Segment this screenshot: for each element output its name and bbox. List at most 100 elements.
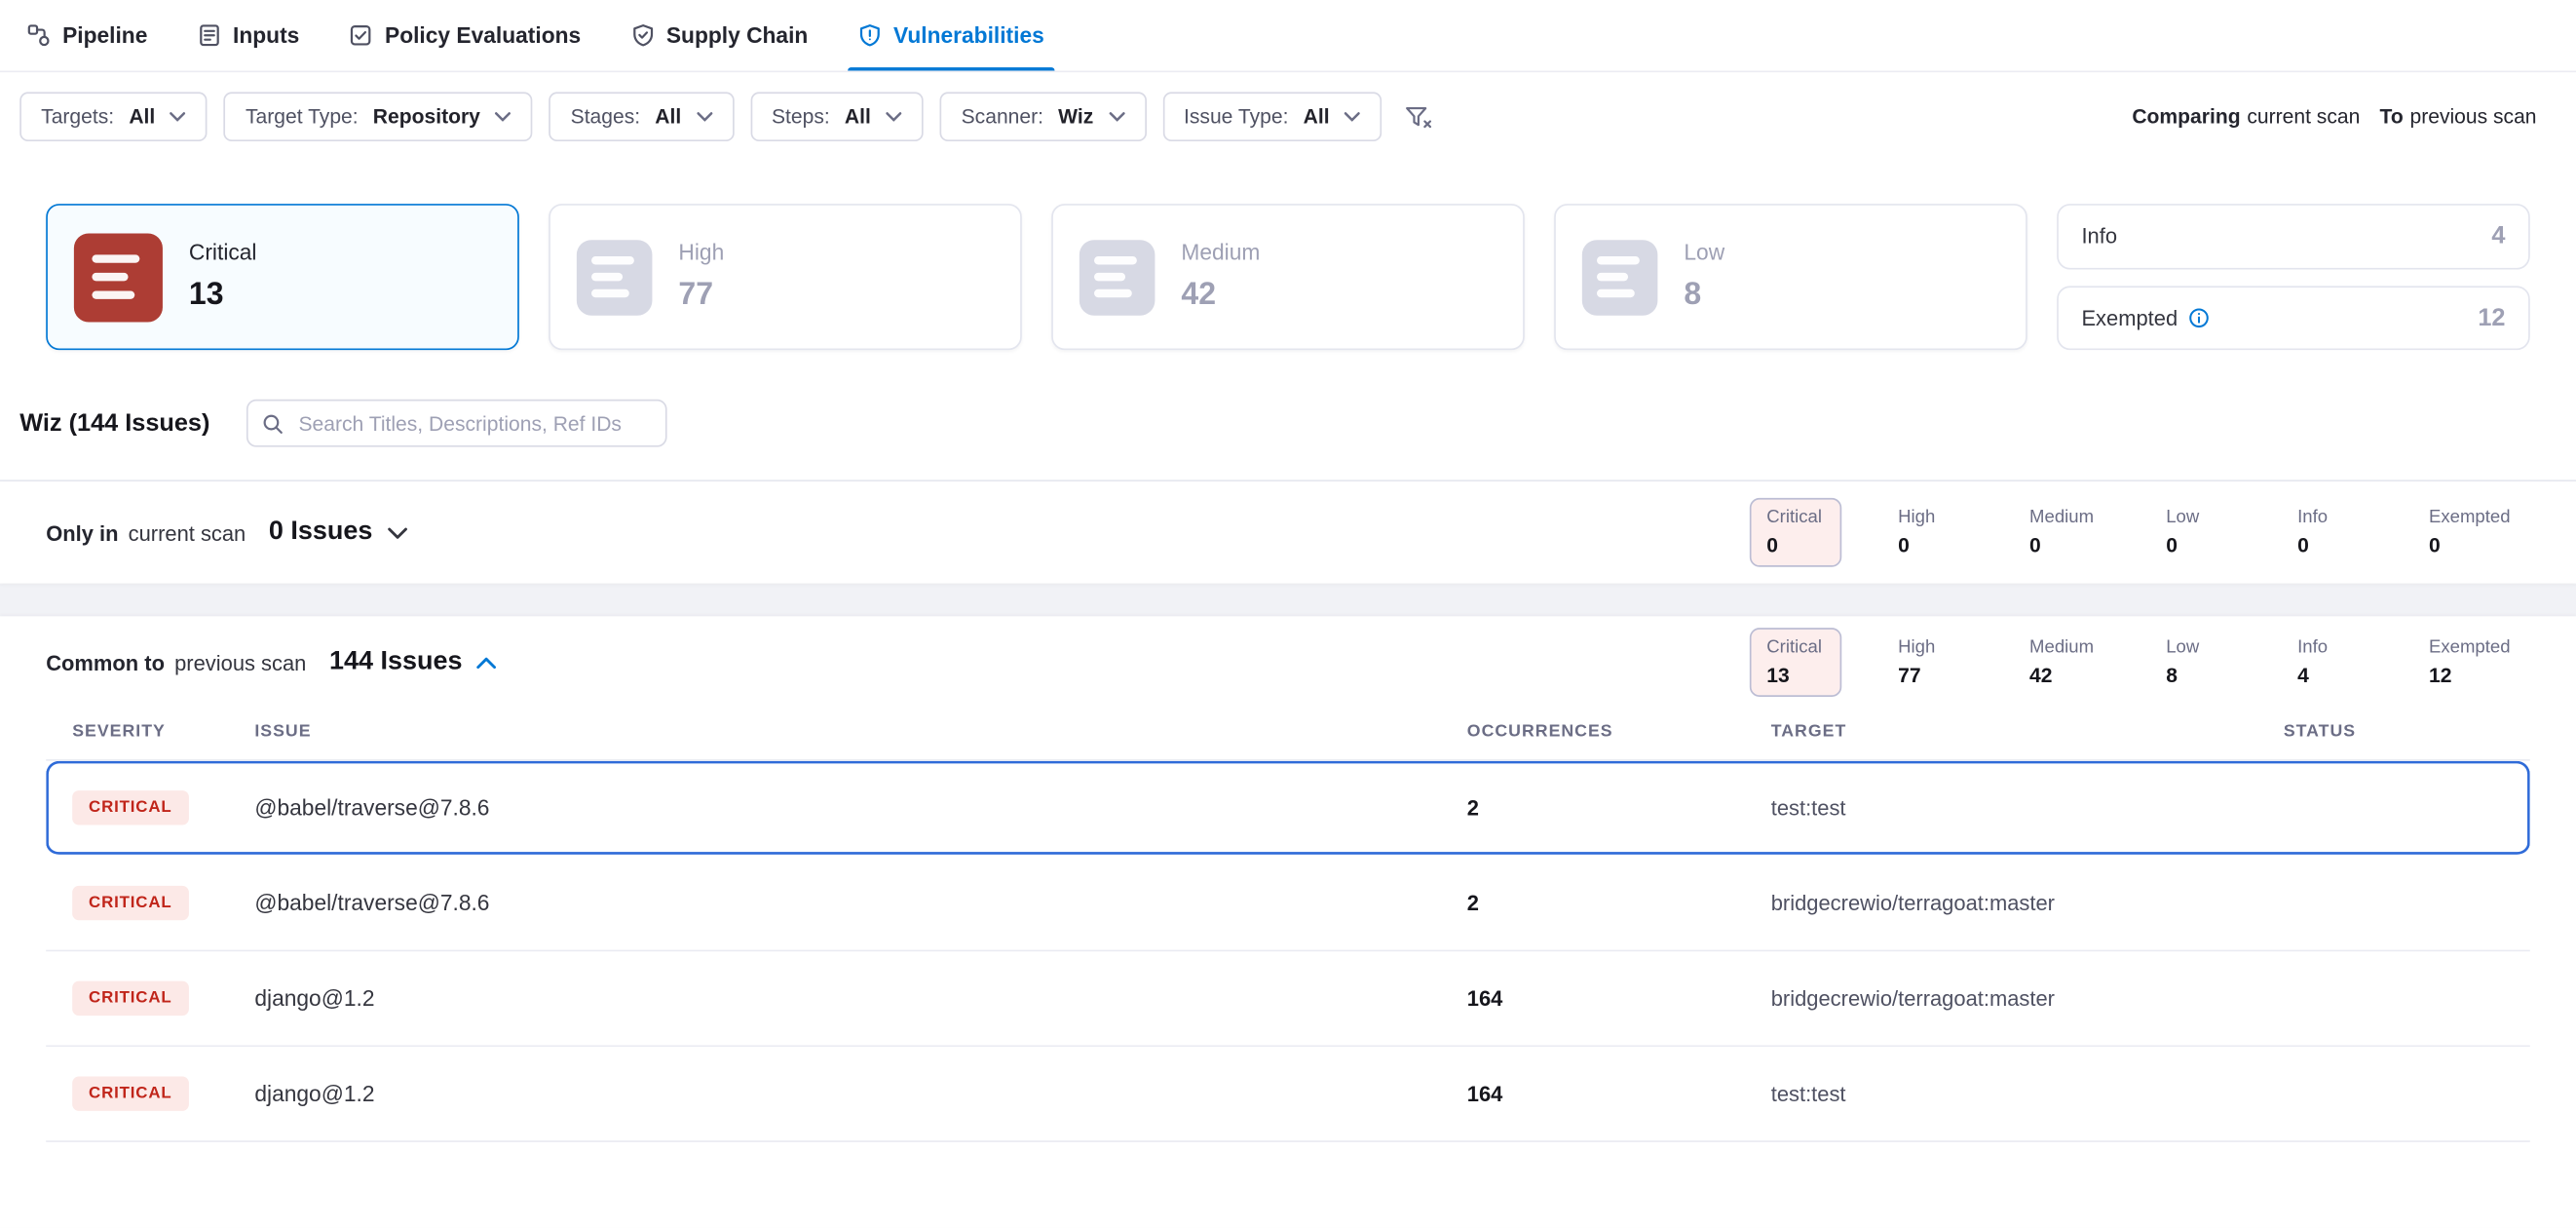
- chip-info[interactable]: Info4: [2281, 628, 2372, 697]
- issue-cell: django@1.2: [254, 986, 1466, 1011]
- filter-label: Scanner:: [962, 105, 1043, 129]
- stat-value: 12: [2478, 304, 2505, 332]
- severity-card-critical[interactable]: Critical 13: [46, 204, 519, 350]
- tab-supply-chain[interactable]: Supply Chain: [630, 0, 809, 71]
- table-row[interactable]: CRITICAL @babel/traverse@7.8.6 2 test:te…: [46, 761, 2530, 857]
- chevron-down-icon: [1345, 112, 1361, 122]
- chip-low[interactable]: Low8: [2149, 628, 2241, 697]
- filter-label: Steps:: [772, 105, 830, 129]
- table-row[interactable]: CRITICAL django@1.2 164 bridgecrewio/ter…: [46, 951, 2530, 1047]
- table-row[interactable]: CRITICAL django@1.2 164 test:test: [46, 1047, 2530, 1142]
- filter-label: Targets:: [41, 105, 114, 129]
- panel-header: Common to previous scan 144 Issues Criti…: [0, 626, 2576, 698]
- stages-filter-dropdown[interactable]: Stages:All: [549, 92, 734, 141]
- issues-count: 144 Issues: [329, 647, 463, 676]
- occurrences-cell: 2: [1467, 795, 1771, 820]
- issue-type-filter-dropdown[interactable]: Issue Type:All: [1162, 92, 1382, 141]
- tab-pipeline[interactable]: Pipeline: [26, 0, 147, 71]
- chip-high[interactable]: High77: [1881, 628, 1973, 697]
- chevron-up-icon: [477, 657, 497, 669]
- severity-card-medium[interactable]: Medium 42: [1051, 204, 1525, 350]
- compare-text: previous scan: [2409, 105, 2536, 129]
- info-icon: [2187, 307, 2209, 328]
- target-cell: bridgecrewio/terragoat:master: [1771, 891, 2284, 915]
- severity-card-low[interactable]: Low 8: [1554, 204, 2027, 350]
- panel-title-prefix: Common to: [46, 650, 165, 674]
- clear-filters-button[interactable]: [1405, 104, 1433, 129]
- compare-text: current scan: [2247, 105, 2360, 129]
- filter-value: All: [655, 105, 681, 129]
- search-box: [246, 400, 667, 447]
- panel-title-scope: current scan: [129, 520, 246, 545]
- severity-cards-row: Critical 13 High 77 Medium 42 Low 8: [0, 161, 2576, 350]
- info-stat-row[interactable]: Info 4: [2057, 204, 2530, 269]
- stat-label: Info: [2081, 224, 2117, 249]
- table-row[interactable]: CRITICAL @babel/traverse@7.8.6 2 bridgec…: [46, 857, 2530, 952]
- tab-vulnerabilities[interactable]: Vulnerabilities: [857, 0, 1044, 71]
- supply-chain-icon: [630, 23, 655, 48]
- target-cell: bridgecrewio/terragoat:master: [1771, 986, 2284, 1011]
- severity-card-count: 8: [1684, 278, 1724, 314]
- chip-low[interactable]: Low0: [2149, 498, 2241, 567]
- only-in-issues-toggle[interactable]: 0 Issues: [269, 518, 407, 547]
- tab-label: Pipeline: [62, 23, 147, 48]
- targets-filter-dropdown[interactable]: Targets: All: [19, 92, 208, 141]
- scanner-section-header: Wiz (144 Issues): [0, 350, 2576, 480]
- panel-header: Only in current scan 0 Issues Critical0 …: [0, 496, 2576, 568]
- severity-card-label: Low: [1684, 240, 1724, 264]
- filter-label: Target Type:: [246, 105, 359, 129]
- chip-exempted[interactable]: Exempted12: [2412, 628, 2526, 697]
- chip-critical[interactable]: Critical0: [1750, 498, 1841, 567]
- severity-card-body: Medium 42: [1181, 240, 1260, 314]
- scan-comparison-area: Only in current scan 0 Issues Critical0 …: [0, 480, 2576, 1227]
- severity-card-label: Critical: [189, 240, 257, 264]
- chip-critical[interactable]: Critical13: [1750, 628, 1841, 697]
- tab-label: Vulnerabilities: [893, 23, 1044, 48]
- chip-exempted[interactable]: Exempted0: [2412, 498, 2526, 567]
- tab-inputs[interactable]: Inputs: [197, 0, 299, 71]
- pipeline-icon: [26, 23, 51, 48]
- issue-cell: django@1.2: [254, 1082, 1466, 1106]
- compare-bold: To: [2380, 105, 2404, 129]
- issue-cell: @babel/traverse@7.8.6: [254, 795, 1466, 820]
- common-issues-toggle[interactable]: 144 Issues: [329, 647, 497, 676]
- chevron-down-icon: [495, 112, 511, 122]
- panel-title-prefix: Only in: [46, 520, 118, 545]
- chip-medium[interactable]: Medium42: [2013, 628, 2110, 697]
- inputs-icon: [197, 23, 221, 48]
- occurrences-cell: 164: [1467, 1082, 1771, 1106]
- tab-policy-evaluations[interactable]: Policy Evaluations: [349, 0, 581, 71]
- filter-clear-icon: [1405, 104, 1433, 129]
- severity-badge: CRITICAL: [72, 1076, 188, 1110]
- common-to-previous-scan-panel: Common to previous scan 144 Issues Criti…: [0, 616, 2576, 1227]
- exempted-stat-row[interactable]: Exempted 12: [2057, 286, 2530, 351]
- target-type-filter-dropdown[interactable]: Target Type:Repository: [224, 92, 533, 141]
- filter-value: All: [129, 105, 155, 129]
- scanner-filter-dropdown[interactable]: Scanner:Wiz: [940, 92, 1147, 141]
- chip-high[interactable]: High0: [1881, 498, 1973, 567]
- column-header-target: TARGET: [1771, 721, 2284, 741]
- only-in-current-scan-panel: Only in current scan 0 Issues Critical0 …: [0, 481, 2576, 584]
- severity-card-high[interactable]: High 77: [549, 204, 1022, 350]
- medium-severity-icon: [1080, 239, 1155, 315]
- table-header-row: SEVERITY ISSUE OCCURRENCES TARGET STATUS: [46, 699, 2530, 759]
- chip-info[interactable]: Info0: [2281, 498, 2372, 567]
- column-header-occurrences: OCCURRENCES: [1467, 721, 1771, 741]
- steps-filter-dropdown[interactable]: Steps:All: [750, 92, 924, 141]
- tab-label: Inputs: [233, 23, 299, 48]
- search-input[interactable]: [246, 400, 667, 447]
- chevron-down-icon: [696, 112, 712, 122]
- panel-title: Common to previous scan: [46, 650, 306, 674]
- occurrences-cell: 2: [1467, 891, 1771, 915]
- severity-side-stats: Info 4 Exempted 12: [2057, 204, 2530, 350]
- issues-table: SEVERITY ISSUE OCCURRENCES TARGET STATUS…: [46, 699, 2530, 1142]
- severity-card-count: 77: [678, 278, 724, 314]
- filters-bar: Targets: All Target Type:Repository Stage…: [0, 72, 2576, 161]
- chevron-down-icon: [886, 112, 902, 122]
- table-body: CRITICAL @babel/traverse@7.8.6 2 test:te…: [46, 759, 2530, 1142]
- chip-medium[interactable]: Medium0: [2013, 498, 2110, 567]
- severity-card-body: Critical 13: [189, 240, 257, 314]
- critical-severity-icon: [74, 233, 163, 322]
- tab-bar: Pipeline Inputs Policy Evaluations Suppl…: [0, 0, 2576, 72]
- chevron-down-icon: [1108, 112, 1124, 122]
